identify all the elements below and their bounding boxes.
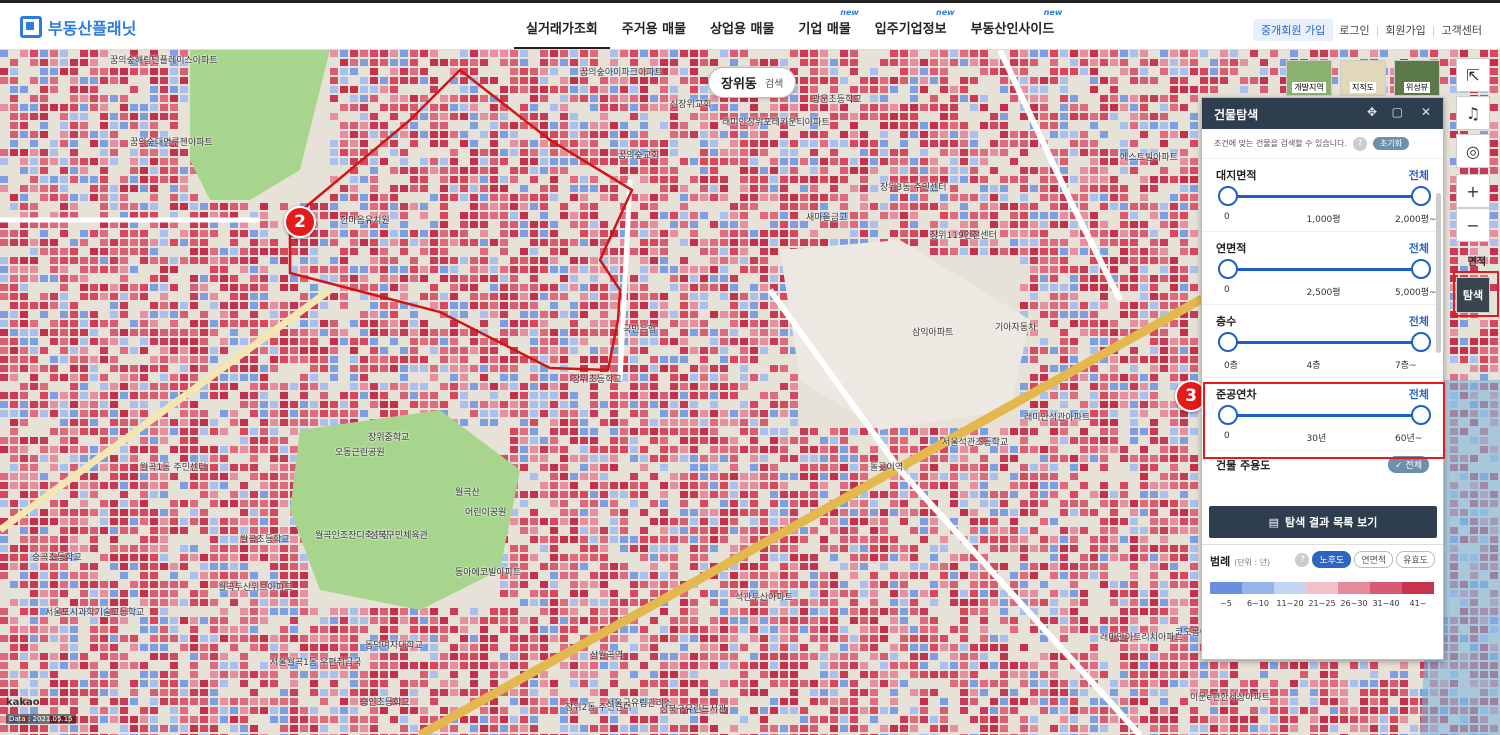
new-badge: new	[840, 8, 859, 17]
nav-tenant-info[interactable]: 입주기업정보 new	[863, 8, 959, 49]
top-header: 부동산플래닛 실거래가조회 주거용 매물 상업용 매물 기업 매물 new 입주기…	[0, 0, 1500, 50]
nav-corporate[interactable]: 기업 매물 new	[786, 8, 862, 49]
brand-logo[interactable]: 부동산플래닛	[20, 15, 136, 39]
nav-real-price[interactable]: 실거래가조회	[514, 18, 610, 49]
signup-link[interactable]: 회원가입	[1385, 22, 1425, 38]
nav-inside[interactable]: 부동산인사이드 new	[959, 8, 1067, 49]
agent-join-button[interactable]: 중개회원 가입	[1253, 19, 1334, 41]
logo-text: 부동산플래닛	[48, 19, 137, 38]
nav-residential[interactable]: 주거용 매물	[610, 18, 698, 49]
nav-commercial[interactable]: 상업용 매물	[698, 18, 786, 49]
new-badge: new	[936, 8, 955, 17]
logo-icon	[20, 16, 42, 38]
main-nav: 실거래가조회 주거용 매물 상업용 매물 기업 매물 new 입주기업정보 new …	[514, 8, 1067, 49]
utility-links: 중개회원 가입 로그인 | 회원가입 | 고객센터	[1253, 19, 1482, 41]
login-link[interactable]: 로그인	[1339, 22, 1369, 38]
support-link[interactable]: 고객센터	[1442, 22, 1482, 38]
new-badge: new	[1043, 8, 1063, 17]
